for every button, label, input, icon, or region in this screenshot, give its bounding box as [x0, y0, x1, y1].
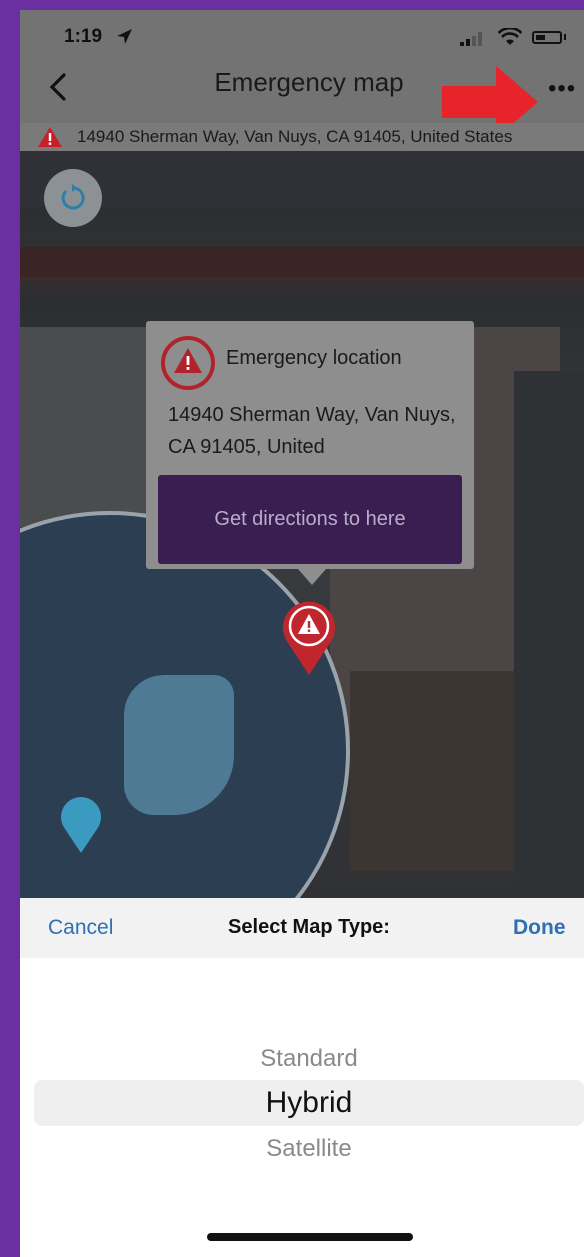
picker-toolbar: Cancel Select Map Type: Done — [20, 898, 584, 958]
wifi-icon — [498, 28, 522, 45]
signal-icon — [460, 32, 482, 46]
picker-option-satellite[interactable]: Satellite — [20, 1135, 584, 1163]
done-button[interactable]: Done — [513, 916, 566, 940]
emergency-map-pin-icon[interactable] — [278, 597, 340, 677]
picker-option-hybrid[interactable]: Hybrid — [20, 1086, 584, 1120]
map-street-strip — [20, 247, 584, 277]
callout-pointer — [298, 569, 326, 585]
callout-title: Emergency location — [226, 347, 402, 369]
map-type-picker-wheel[interactable]: Standard Hybrid Satellite — [20, 958, 584, 1257]
get-directions-button[interactable]: Get directions to here — [158, 475, 462, 564]
map-road — [20, 151, 584, 207]
picker-option-standard[interactable]: Standard — [20, 1045, 584, 1073]
emergency-callout: Emergency location 14940 Sherman Way, Va… — [146, 321, 474, 569]
emergency-warning-icon — [161, 336, 215, 390]
location-arrow-icon — [117, 29, 132, 44]
map-parking-lot — [514, 371, 584, 891]
picker-title: Select Map Type: — [228, 916, 390, 938]
map-building — [20, 327, 160, 527]
refresh-icon — [61, 184, 85, 210]
status-time: 1:19 — [64, 26, 103, 47]
purple-border-top — [0, 0, 584, 10]
status-bar: 1:19 — [20, 10, 584, 55]
home-indicator[interactable] — [207, 1233, 413, 1241]
warning-triangle-icon — [38, 127, 62, 147]
phone-screen: 1:19 Emergency map ••• 14940 Sherman Way… — [20, 10, 584, 1257]
recenter-button[interactable] — [44, 169, 102, 227]
user-location-pin-icon[interactable] — [58, 797, 104, 855]
satellite-map[interactable]: Emergency location 14940 Sherman Way, Va… — [20, 151, 584, 991]
more-options-button[interactable]: ••• — [548, 75, 576, 103]
map-pool — [124, 675, 234, 815]
battery-icon — [532, 31, 562, 44]
battery-nub — [564, 34, 566, 40]
purple-border-left — [0, 0, 20, 1257]
callout-address: 14940 Sherman Way, Van Nuys, CA 91405, U… — [168, 404, 456, 458]
address-bar: 14940 Sherman Way, Van Nuys, CA 91405, U… — [20, 123, 584, 151]
address-text: 14940 Sherman Way, Van Nuys, CA 91405, U… — [77, 127, 513, 146]
